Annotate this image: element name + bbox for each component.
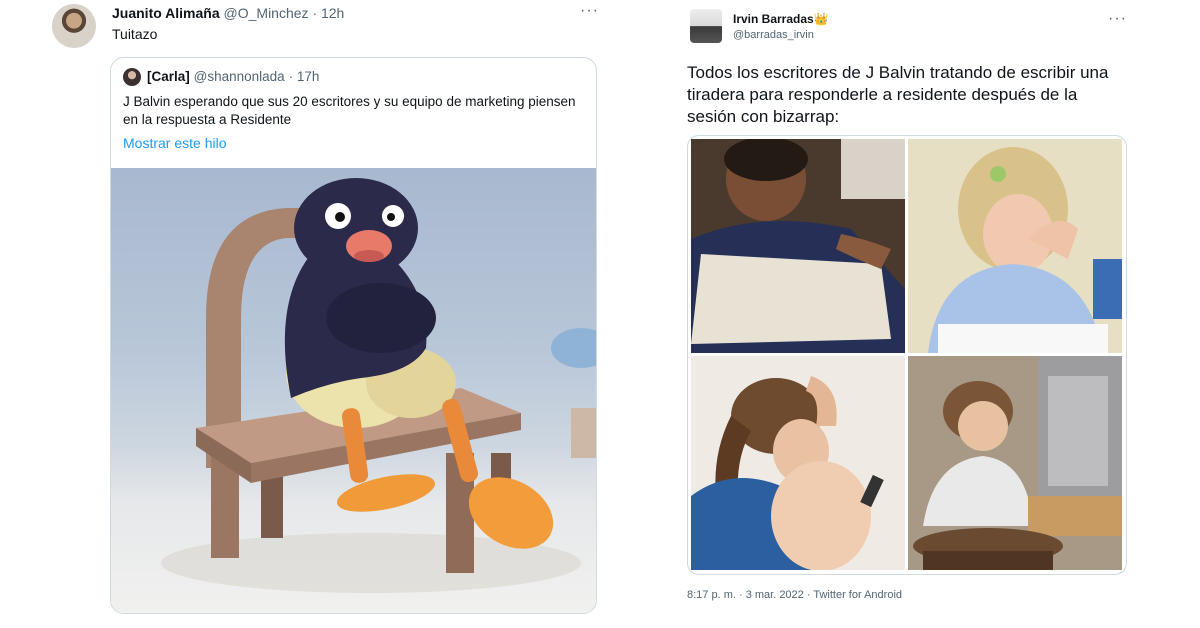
photo-illustration	[691, 139, 905, 353]
quoted-tweet[interactable]: [Carla] @shannonlada · 17h J Balvin espe…	[110, 57, 597, 614]
quote-author-name: [Carla]	[147, 69, 190, 84]
tweet-timestamp[interactable]: 8:17 p. m. · 3 mar. 2022 · Twitter for A…	[687, 589, 902, 601]
photo-illustration	[691, 356, 905, 570]
crying-girl-image[interactable]	[908, 139, 1122, 353]
tweet-text: Todos los escritores de J Balvin tratand…	[687, 63, 1109, 126]
author-name-row: Irvin Barradas👑	[733, 12, 829, 27]
author-handle[interactable]: @O_Minchez	[224, 5, 309, 21]
photo-illustration	[908, 139, 1122, 353]
tweet-text: Tuitazo	[112, 26, 158, 42]
quote-text: J Balvin esperando que sus 20 escritores…	[123, 94, 576, 127]
tweet-header: Juanito Alimaña @O_Minchez · 12h	[112, 4, 344, 22]
media-grid	[687, 135, 1127, 575]
quote-time: · 17h	[288, 69, 320, 84]
tweet-time[interactable]: · 12h	[312, 5, 344, 21]
quote-header: [Carla] @shannonlada · 17h	[123, 68, 319, 86]
photo-illustration	[908, 356, 1122, 570]
author-handle[interactable]: @barradas_irvin	[733, 28, 814, 42]
show-thread-link[interactable]: Mostrar este hilo	[123, 135, 226, 151]
avatar[interactable]	[690, 9, 722, 43]
stressed-woman-image[interactable]	[691, 356, 905, 570]
left-tweet[interactable]: Juanito Alimaña @O_Minchez · 12h ··· Tui…	[40, 0, 620, 628]
quote-author-handle: @shannonlada	[193, 69, 285, 84]
right-tweet[interactable]: Irvin Barradas👑 @barradas_irvin ··· Todo…	[660, 0, 1140, 628]
author-name[interactable]: Irvin Barradas	[733, 12, 814, 26]
more-options-icon[interactable]: ···	[1108, 10, 1127, 28]
sad-boy-image[interactable]	[908, 356, 1122, 570]
more-options-icon[interactable]: ···	[580, 2, 599, 20]
pingu-image[interactable]	[111, 168, 596, 613]
pingu-illustration	[161, 178, 596, 593]
crown-icon: 👑	[813, 12, 829, 26]
crying-boy-image[interactable]	[691, 139, 905, 353]
avatar	[123, 68, 141, 86]
avatar[interactable]	[52, 4, 96, 48]
author-name[interactable]: Juanito Alimaña	[112, 5, 220, 21]
